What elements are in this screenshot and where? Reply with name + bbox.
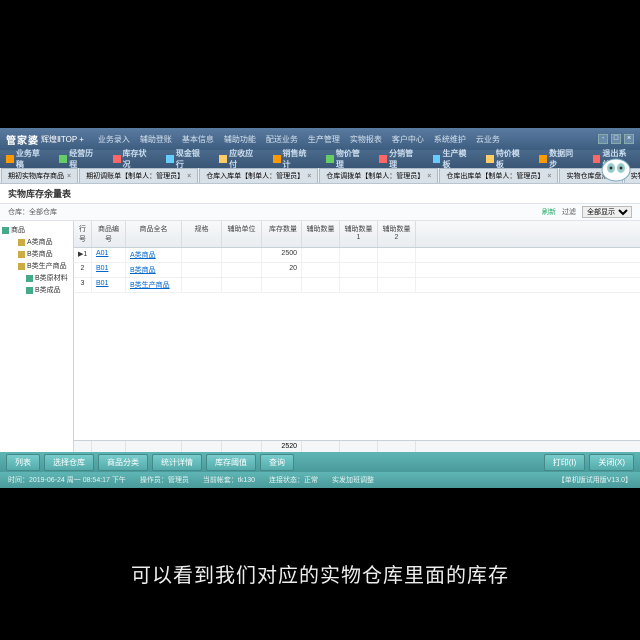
workarea: 商品 A类商品 B类商品 B类生产商品 B类原材料 B类成品 行号 商品编号 商… [0,221,640,452]
tool-item[interactable]: 特价模板 [486,148,527,170]
select-wh-button[interactable]: 选择仓库 [44,454,94,471]
tool-item[interactable]: 生产模板 [433,148,474,170]
category-button[interactable]: 商品分类 [98,454,148,471]
tool-item[interactable]: 物价管理 [326,148,367,170]
plus: + [79,135,84,144]
tree-node[interactable]: B类商品 [2,248,71,260]
status-bar: 时间：2019-06-24 周一 08:54:17 下午 操作员：管理员 当前帐… [0,472,640,488]
video-caption: 可以看到我们对应的实物仓库里面的库存 [0,559,640,588]
main-menu: 业务录入 辅助登账 基本信息 辅助功能 配送业务 生产管理 实物报表 客户中心 … [98,134,598,145]
status-time: 时间：2019-06-24 周一 08:54:17 下午 [8,475,126,485]
page-title: 实物库存余量表 [8,187,71,200]
warehouse-label: 仓库：全部仓库 [8,207,57,217]
status-operator: 操作员：管理员 [140,475,189,485]
grid-header: 行号 商品编号 商品全名 规格 辅助单位 库存数量 辅助数量 辅助数量1 辅助数… [74,221,640,248]
menu-item[interactable]: 配送业务 [266,134,298,145]
tool-item[interactable]: 数据同步 [539,148,580,170]
menu-item[interactable]: 辅助功能 [224,134,256,145]
list-button[interactable]: 列表 [6,454,40,471]
close-tab-icon[interactable]: × [427,173,431,180]
tree-node[interactable]: B类生产商品 [2,260,71,272]
toolbar: 业务草稿 经营历程 库存状况 现金银行 应收应付 销售统计 物价管理 分销管理 … [0,150,640,168]
grid-body[interactable]: ▶1 A01 A类商品 2500 2 B01 B类商品 20 3 [74,248,640,440]
button-bar: 列表 选择仓库 商品分类 统计详情 库存阈值 查询 打印(I) 关闭(X) [0,452,640,472]
tool-item[interactable]: 现金银行 [166,148,207,170]
page-header: 实物库存余量表 [0,184,640,204]
col-aux1[interactable]: 辅助数量1 [340,221,378,247]
tool-item[interactable]: 分销管理 [379,148,420,170]
menu-item[interactable]: 客户中心 [392,134,424,145]
tree-node[interactable]: B类原材料 [2,272,71,284]
col-code[interactable]: 商品编号 [92,221,126,247]
close-tab-icon[interactable]: × [307,173,311,180]
status-branch: 当前帐套：tk130 [203,475,255,485]
table-row[interactable]: 2 B01 B类商品 20 [74,263,640,278]
tree-node[interactable]: B类成品 [2,284,71,296]
tree-root[interactable]: 商品 [2,224,71,236]
menu-item[interactable]: 云业务 [476,134,500,145]
app-window: 管家婆 辉煌ⅡTOP + 业务录入 辅助登账 基本信息 辅助功能 配送业务 生产… [0,128,640,488]
product-tree: 商品 A类商品 B类商品 B类生产商品 B类原材料 B类成品 [0,221,74,452]
status-version: 【单机版试用版V13.0】 [558,475,632,485]
close-tab-icon[interactable]: × [547,173,551,180]
tab[interactable]: 期初实物库存商品× [1,168,78,183]
col-unit[interactable]: 辅助单位 [222,221,262,247]
filter-bar: 仓库：全部仓库 刷新 过滤 全部显示 [0,204,640,221]
product-name: 辉煌ⅡTOP [41,134,77,145]
tool-item[interactable]: 经营历程 [59,148,100,170]
menu-item[interactable]: 生产管理 [308,134,340,145]
col-aux[interactable]: 辅助数量 [302,221,340,247]
table-row[interactable]: ▶1 A01 A类商品 2500 [74,248,640,263]
tab[interactable]: 仓库入库单【制单人：管理员】× [199,168,318,183]
menu-item[interactable]: 辅助登账 [140,134,172,145]
minimize-icon[interactable]: - [598,134,608,144]
query-button[interactable]: 查询 [260,454,294,471]
filter-select[interactable]: 全部显示 [582,206,632,218]
table-row[interactable]: 3 B01 B类生产商品 [74,278,640,293]
refresh-link[interactable]: 刷新 [542,207,556,217]
status-mode: 实发加班调整 [332,475,374,485]
titlebar: 管家婆 辉煌ⅡTOP + 业务录入 辅助登账 基本信息 辅助功能 配送业务 生产… [0,128,640,150]
status-conn: 连接状态：正常 [269,475,318,485]
mascot-icon [596,150,636,184]
close-icon[interactable]: × [624,134,634,144]
tab[interactable]: 仓库调拨单【制单人：管理员】× [319,168,438,183]
close-button[interactable]: 关闭(X) [589,454,634,471]
menu-item[interactable]: 业务录入 [98,134,130,145]
menu-item[interactable]: 实物报表 [350,134,382,145]
col-spec[interactable]: 规格 [182,221,222,247]
window-controls: - □ × [598,134,634,144]
menu-item[interactable]: 基本信息 [182,134,214,145]
print-button[interactable]: 打印(I) [544,454,586,471]
col-aux2[interactable]: 辅助数量2 [378,221,416,247]
col-name[interactable]: 商品全名 [126,221,182,247]
menu-item[interactable]: 系统维护 [434,134,466,145]
close-tab-icon[interactable]: × [187,173,191,180]
total-qty: 2520 [262,441,302,452]
detail-button[interactable]: 统计详情 [152,454,202,471]
tab-bar: 期初实物库存商品× 期初调账单【制单人：管理员】× 仓库入库单【制单人：管理员】… [0,168,640,184]
tool-item[interactable]: 应收应付 [219,148,260,170]
grid-footer: 2520 [74,440,640,452]
maximize-icon[interactable]: □ [611,134,621,144]
brand: 管家婆 [6,132,39,147]
tool-item[interactable]: 库存状况 [113,148,154,170]
close-tab-icon[interactable]: × [67,173,71,180]
threshold-button[interactable]: 库存阈值 [206,454,256,471]
col-qty[interactable]: 库存数量 [262,221,302,247]
tab[interactable]: 期初调账单【制单人：管理员】× [79,168,198,183]
filter-label: 过滤 [562,207,576,217]
tool-item[interactable]: 销售统计 [273,148,314,170]
tool-item[interactable]: 业务草稿 [6,148,47,170]
data-grid: 行号 商品编号 商品全名 规格 辅助单位 库存数量 辅助数量 辅助数量1 辅助数… [74,221,640,452]
col-row[interactable]: 行号 [74,221,92,247]
tree-node[interactable]: A类商品 [2,236,71,248]
tab[interactable]: 仓库出库单【制单人：管理员】× [439,168,558,183]
